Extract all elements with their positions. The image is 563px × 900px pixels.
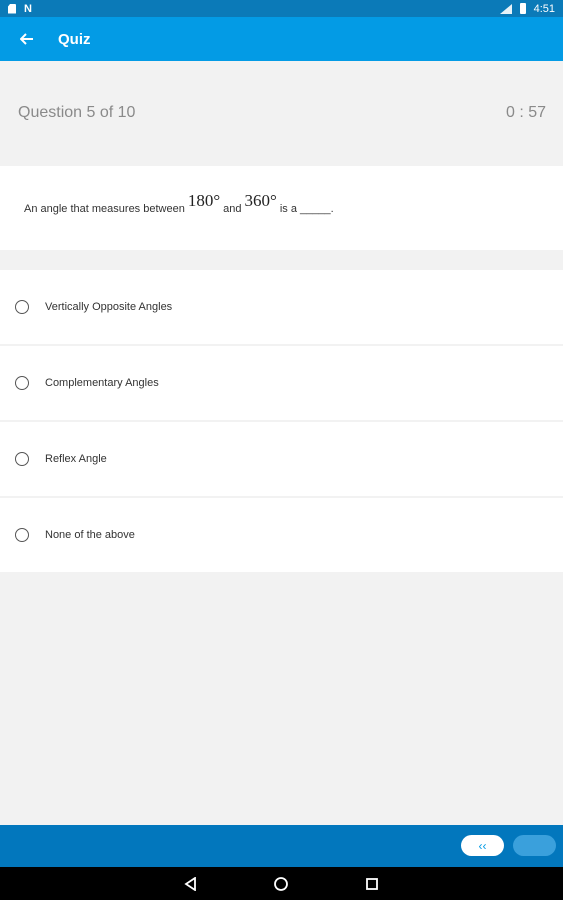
back-triangle-icon (184, 877, 196, 891)
bottom-bar: ‹‹ (0, 825, 563, 867)
app-bar: Quiz (0, 17, 563, 61)
question-math-360: 360° (244, 191, 277, 210)
option-label: Complementary Angles (45, 377, 159, 389)
battery-icon (519, 3, 526, 14)
recents-square-icon (366, 878, 378, 890)
n-notification-icon: N (24, 2, 32, 15)
status-right: 4:51 (499, 2, 555, 15)
nav-back-button[interactable] (182, 875, 200, 893)
option-complementary-angles[interactable]: Complementary Angles (0, 346, 563, 420)
option-label: None of the above (45, 529, 135, 541)
radio-button-icon[interactable] (15, 452, 29, 466)
back-button[interactable] (2, 17, 52, 61)
app-title: Quiz (58, 30, 91, 48)
arrow-left-icon (20, 33, 33, 45)
nav-home-button[interactable] (272, 875, 290, 893)
radio-button-icon[interactable] (15, 528, 29, 542)
option-label: Reflex Angle (45, 453, 107, 465)
status-bar: N 4:51 (0, 0, 563, 17)
question-text-part2: and (223, 203, 242, 215)
next-question-button[interactable] (513, 835, 556, 856)
radio-button-icon[interactable] (15, 376, 29, 390)
question-text-part1: An angle that measures between (24, 203, 185, 215)
question-header: Question 5 of 10 0 : 57 (0, 61, 563, 165)
option-vertically-opposite-angles[interactable]: Vertically Opposite Angles (0, 270, 563, 344)
sd-card-icon (8, 3, 16, 14)
previous-question-button[interactable]: ‹‹ (461, 835, 504, 856)
option-none-of-the-above[interactable]: None of the above (0, 498, 563, 572)
system-nav-bar (0, 867, 563, 900)
radio-button-icon[interactable] (15, 300, 29, 314)
question-math-180: 180° (187, 191, 221, 210)
signal-icon (499, 3, 512, 14)
answer-options: Vertically Opposite Angles Complementary… (0, 270, 563, 574)
double-chevron-left-icon: ‹‹ (478, 838, 487, 853)
nav-recents-button[interactable] (363, 875, 381, 893)
question-progress: Question 5 of 10 (18, 104, 136, 121)
status-left: N (8, 3, 32, 15)
screen: N 4:51 Quiz Question 5 of 10 0 : 57 An a… (0, 0, 563, 900)
question-card: An angle that measures between 180° and … (0, 166, 563, 250)
home-circle-icon (274, 877, 288, 891)
option-label: Vertically Opposite Angles (45, 301, 173, 313)
question-text-part3: is a _____. (279, 203, 334, 215)
option-reflex-angle[interactable]: Reflex Angle (0, 422, 563, 496)
quiz-timer: 0 : 57 (505, 104, 546, 121)
clock: 4:51 (533, 2, 555, 15)
